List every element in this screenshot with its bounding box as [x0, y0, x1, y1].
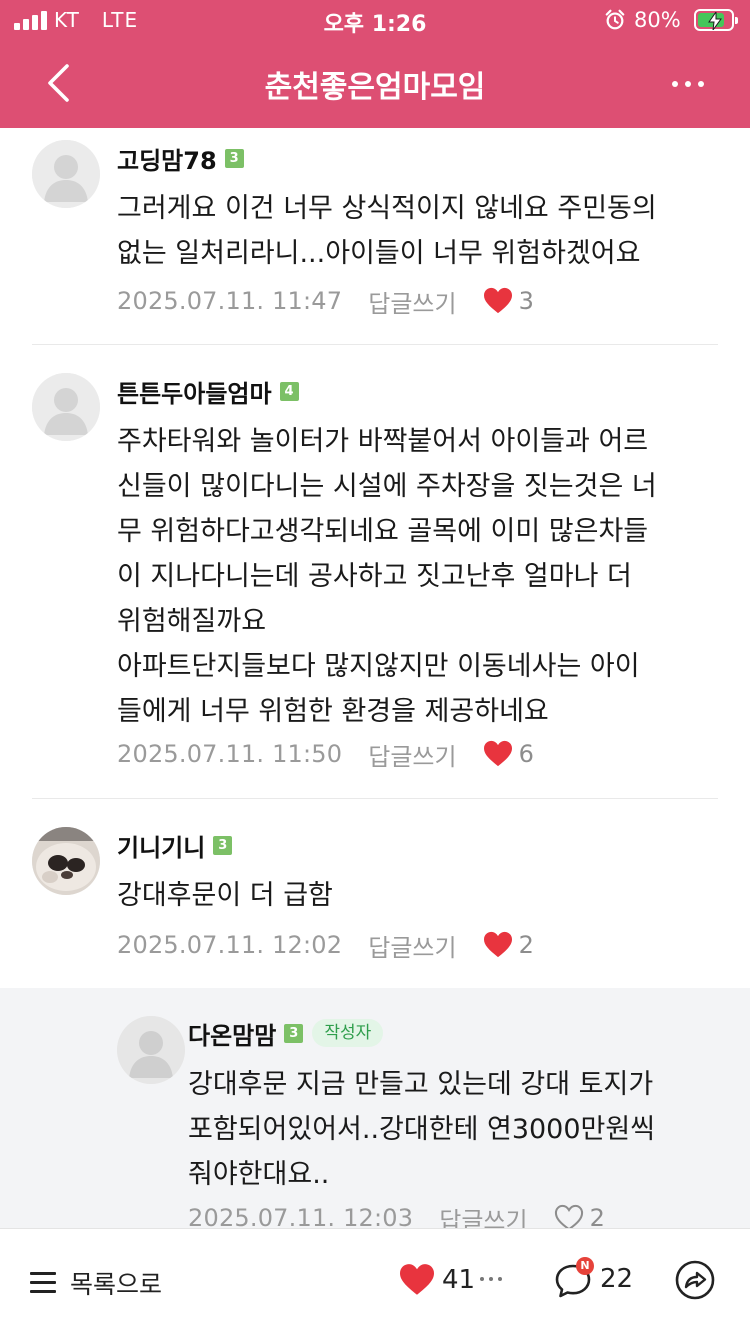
bottom-bar: 목록으로 41 N 22: [0, 1228, 750, 1334]
more-button[interactable]: [664, 66, 712, 102]
alarm-icon: [605, 9, 625, 30]
comment-like-button[interactable]: 3: [483, 287, 534, 315]
comment-meta: 2025.07.11. 11:50 답글쓰기 6: [117, 734, 534, 774]
comment-like-count: 3: [518, 287, 534, 315]
reply-text: 강대후문 지금 만들고 있는데 강대 토지가 포함되어있어서..강대한테 연30…: [188, 1069, 656, 1190]
comment-like-count: 6: [518, 740, 534, 768]
comment-meta: 2025.07.11. 12:02 답글쓰기 2: [117, 925, 534, 965]
screen: KT LTE 오후 1:26 80% 춘천좋은엄마모임 고딩맘78 3 그러게요…: [0, 0, 750, 1334]
reply-button[interactable]: 답글쓰기: [368, 928, 456, 963]
list-button[interactable]: 목록으로: [30, 1265, 162, 1301]
comment-count-button[interactable]: N 22: [554, 1257, 634, 1299]
post-like-count: 41: [442, 1265, 476, 1295]
comment-author[interactable]: 고딩맘78: [117, 141, 217, 176]
comment-text: 강대후문이 더 급함: [117, 880, 333, 911]
reply-button[interactable]: 답글쓰기: [368, 737, 456, 772]
reply-item: 다온맘맘 3 작성자 강대후문 지금 만들고 있는데 강대 토지가 포함되어있어…: [0, 988, 750, 1235]
comment-author-row: 고딩맘78 3: [117, 141, 244, 176]
comment-text: 주차타워와 놀이터가 바짝붙어서 아이들과 어르 신들이 많이다니는 시설에 주…: [117, 426, 657, 727]
more-icon: [672, 81, 678, 87]
list-label: 목록으로: [70, 1270, 163, 1299]
comment-author[interactable]: 튼튼두아들엄마: [117, 374, 272, 409]
comment-date: 2025.07.11. 11:47: [117, 287, 343, 315]
default-avatar-icon: [32, 373, 100, 441]
member-level-badge: 3: [213, 835, 233, 855]
dog-photo-avatar: [32, 827, 100, 895]
avatar[interactable]: [32, 373, 100, 441]
avatar-photo[interactable]: [32, 827, 100, 895]
heart-icon: [483, 931, 512, 958]
comment-author[interactable]: 기니기니: [117, 828, 205, 863]
heart-icon: [483, 740, 512, 767]
member-level-badge: 4: [279, 381, 299, 401]
new-badge: N: [576, 1257, 594, 1275]
divider: [32, 798, 718, 799]
charging-bolt-icon: [708, 12, 722, 30]
heart-icon: [483, 287, 512, 314]
author-badge: 작성자: [312, 1019, 384, 1047]
reply-author-row: 다온맘맘 3 작성자: [188, 1016, 384, 1051]
comment-text: 그러게요 이건 너무 상식적이지 않네요 주민동의 없는 일처리라니...아이들…: [117, 193, 657, 269]
comment-author-row: 튼튼두아들엄마 4: [117, 374, 299, 409]
member-level-badge: 3: [224, 148, 244, 168]
comment-count: 22: [600, 1264, 634, 1294]
comment-like-count: 2: [518, 931, 534, 959]
comment-date: 2025.07.11. 12:02: [117, 931, 343, 959]
like-more-icon[interactable]: [480, 1277, 502, 1281]
comment-like-button[interactable]: 2: [483, 931, 534, 959]
status-bar: KT LTE 오후 1:26 80%: [0, 0, 750, 40]
reply-author[interactable]: 다온맘맘: [188, 1016, 276, 1051]
member-level-badge: 3: [284, 1023, 304, 1043]
battery-percent: 80%: [634, 8, 681, 32]
share-icon[interactable]: [674, 1259, 716, 1301]
comment-author-row: 기니기니 3: [117, 828, 233, 863]
battery-icon: [694, 9, 738, 31]
comment-like-button[interactable]: 6: [483, 740, 534, 768]
heart-icon: [400, 1264, 434, 1295]
list-icon: [30, 1272, 56, 1294]
default-avatar-icon: [32, 140, 100, 208]
app-header: KT LTE 오후 1:26 80% 춘천좋은엄마모임: [0, 0, 750, 128]
divider: [32, 344, 718, 345]
page-title: 춘천좋은엄마모임: [264, 70, 486, 105]
post-like-button[interactable]: 41: [398, 1263, 475, 1297]
default-avatar-icon: [117, 1016, 185, 1084]
reply-button[interactable]: 답글쓰기: [368, 284, 456, 319]
comment-meta: 2025.07.11. 11:47 답글쓰기 3: [117, 281, 534, 321]
comment-date: 2025.07.11. 11:50: [117, 740, 343, 768]
avatar[interactable]: [117, 1016, 185, 1084]
avatar[interactable]: [32, 140, 100, 208]
